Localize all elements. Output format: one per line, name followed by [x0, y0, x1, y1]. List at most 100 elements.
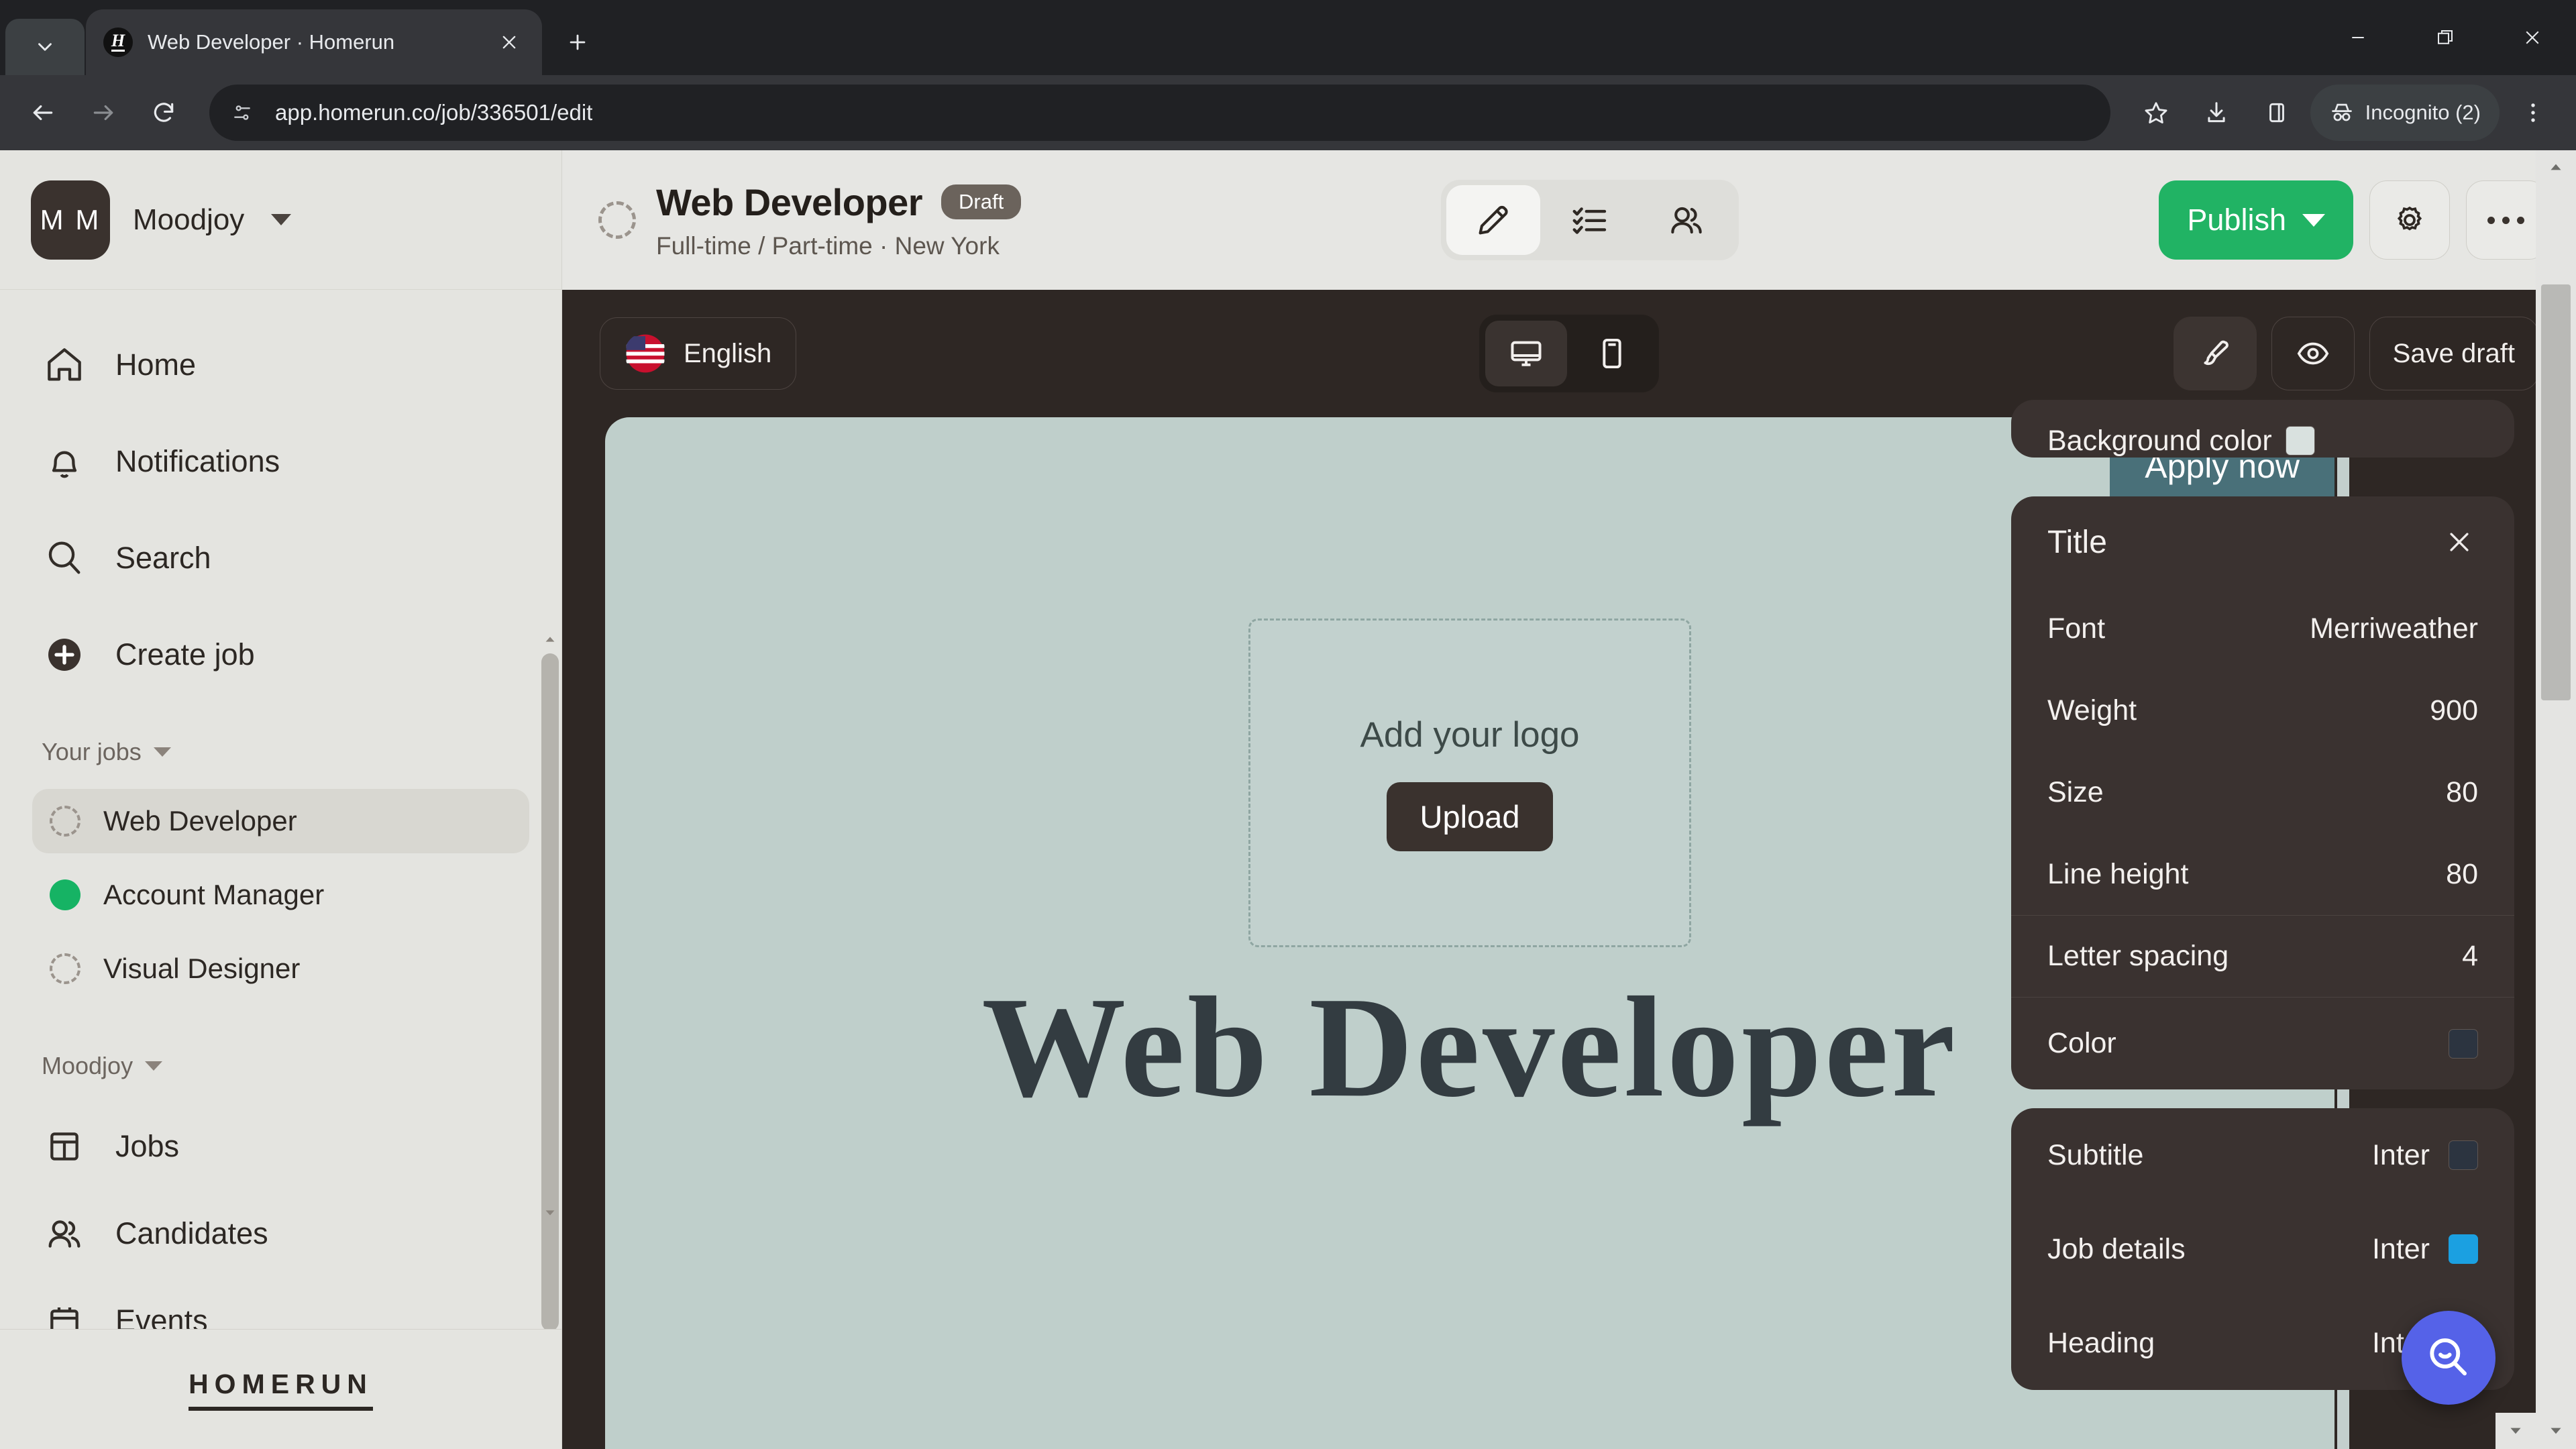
close-panel-button[interactable] — [2440, 523, 2478, 561]
scrollbar-thumb[interactable] — [541, 653, 559, 1329]
logo-upload-dropzone[interactable]: Add your logo Upload — [1248, 619, 1691, 947]
sidebar-item-label: Home — [115, 347, 197, 382]
chevron-down-icon — [38, 43, 52, 51]
minimize-icon — [2352, 37, 2364, 38]
profile-button[interactable]: Incognito (2) — [2310, 85, 2500, 141]
style-button[interactable] — [2173, 317, 2257, 390]
sidebar-scroll-area: Home Notifications Search Create job You… — [0, 290, 561, 1329]
row-value: 900 — [2430, 694, 2478, 727]
back-button[interactable] — [16, 86, 70, 140]
chevron-down-icon[interactable] — [2507, 1422, 2524, 1440]
your-jobs-label: Your jobs — [42, 738, 142, 765]
reload-button[interactable] — [137, 86, 191, 140]
color-swatch[interactable] — [2285, 426, 2315, 455]
us-flag-icon — [625, 333, 666, 374]
row-label: Letter spacing — [2047, 940, 2229, 972]
forward-button[interactable] — [76, 86, 130, 140]
row-label: Subtitle — [2047, 1138, 2144, 1171]
help-search-icon — [2430, 1338, 2467, 1376]
sidebar-item-visual-designer[interactable]: Visual Designer — [32, 936, 529, 1001]
sidebar-item-create-job[interactable]: Create job — [0, 606, 561, 703]
save-draft-label: Save draft — [2392, 338, 2515, 368]
tab-checklist[interactable] — [1543, 185, 1637, 255]
publish-button[interactable]: Publish — [2159, 180, 2353, 260]
row-subtitle[interactable]: Subtitle Inter — [2011, 1108, 2514, 1202]
desktop-view-button[interactable] — [1485, 321, 1567, 386]
calendar-icon — [42, 1298, 87, 1329]
bookmark-button[interactable] — [2129, 86, 2183, 140]
sidebar-item-home[interactable]: Home — [0, 317, 561, 413]
row-label: Background color — [2047, 424, 2272, 457]
tune-icon — [234, 105, 250, 120]
sidebar-scrollbar[interactable] — [541, 631, 559, 1329]
candidates-icon — [42, 1211, 87, 1256]
side-panel-button[interactable] — [2250, 86, 2304, 140]
row-size[interactable]: Size 80 — [2011, 751, 2514, 833]
browser-tab[interactable]: H Web Developer · Homerun — [86, 9, 542, 75]
row-letter-spacing[interactable]: Letter spacing 4 — [2011, 915, 2514, 997]
new-tab-button[interactable] — [551, 16, 604, 68]
scroll-down-button[interactable] — [541, 1204, 559, 1222]
row-weight[interactable]: Weight 900 — [2011, 669, 2514, 751]
tab-search-button[interactable] — [5, 19, 85, 75]
row-background-color[interactable]: Background color — [2011, 400, 2514, 458]
color-swatch[interactable] — [2449, 1028, 2478, 1059]
sidebar-item-notifications[interactable]: Notifications — [0, 413, 561, 510]
panel-title: Title — [2047, 524, 2107, 560]
window-controls — [2314, 0, 2576, 75]
scrollbar-track[interactable] — [2536, 184, 2576, 1415]
sidebar-item-events[interactable]: Events — [0, 1277, 561, 1329]
downloads-button[interactable] — [2190, 86, 2243, 140]
row-font[interactable]: Font Merriweather — [2011, 588, 2514, 669]
reload-icon — [154, 103, 174, 122]
chevron-down-icon[interactable] — [2547, 1422, 2565, 1440]
scrollbar-thumb[interactable] — [2541, 284, 2571, 700]
save-draft-button[interactable]: Save draft — [2369, 317, 2538, 390]
row-label: Font — [2047, 612, 2106, 645]
row-job-details[interactable]: Job details Inter — [2011, 1202, 2514, 1296]
arrow-right-icon — [93, 105, 113, 121]
org-switcher[interactable]: M M Moodjoy — [0, 150, 561, 290]
site-settings-button[interactable] — [224, 95, 260, 131]
preview-button[interactable] — [2271, 317, 2355, 390]
color-swatch[interactable] — [2449, 1140, 2478, 1170]
tab-title: Web Developer · Homerun — [148, 30, 395, 54]
publish-label: Publish — [2187, 203, 2286, 237]
address-bar[interactable]: app.homerun.co/job/336501/edit — [209, 85, 2110, 141]
sidebar-item-candidates[interactable]: Candidates — [0, 1190, 561, 1277]
row-label: Weight — [2047, 694, 2137, 727]
scrollbar-track[interactable] — [541, 653, 559, 1329]
maximize-button[interactable] — [2402, 0, 2489, 75]
your-jobs-group-toggle[interactable]: Your jobs — [0, 715, 561, 789]
tab-edit[interactable] — [1446, 185, 1541, 255]
row-line-height[interactable]: Line height 80 — [2011, 833, 2514, 915]
sidebar-item-search[interactable]: Search — [0, 510, 561, 606]
minimize-button[interactable] — [2314, 0, 2402, 75]
page-scrollbar[interactable] — [2536, 150, 2576, 1449]
editor-body: Apply now Add your logo Upload Web Devel… — [562, 400, 2576, 1449]
sidebar-item-account-manager[interactable]: Account Manager — [32, 863, 529, 927]
tab-close-button[interactable] — [494, 27, 525, 58]
chrome-menu-button[interactable] — [2506, 86, 2560, 140]
job-settings-button[interactable] — [2369, 180, 2450, 260]
row-color[interactable]: Color — [2011, 997, 2514, 1089]
tab-candidates[interactable] — [1640, 185, 1733, 255]
sidebar-item-web-developer[interactable]: Web Developer — [32, 789, 529, 853]
style-settings-panel: Background color Title Font Merriweather… — [2011, 400, 2514, 1390]
sidebar-item-jobs[interactable]: Jobs — [0, 1103, 561, 1190]
more-options-button[interactable] — [2465, 180, 2546, 260]
row-value: Merriweather — [2310, 612, 2478, 645]
close-window-button[interactable] — [2489, 0, 2576, 75]
workspace-group-toggle[interactable]: Moodjoy — [0, 1029, 561, 1103]
scroll-up-button[interactable] — [2536, 150, 2576, 184]
mobile-view-button[interactable] — [1571, 321, 1653, 386]
desktop-icon — [1511, 341, 1542, 366]
app-sidebar: M M Moodjoy Home Notifications Search Cr… — [0, 150, 562, 1449]
color-swatch[interactable] — [2449, 1234, 2478, 1264]
upload-button[interactable]: Upload — [1386, 782, 1554, 851]
ellipsis-vertical-icon — [2531, 103, 2535, 122]
language-selector[interactable]: English — [600, 317, 797, 390]
scroll-up-button[interactable] — [541, 631, 559, 648]
help-chat-button[interactable] — [2402, 1311, 2496, 1405]
org-name: Moodjoy — [133, 203, 245, 236]
